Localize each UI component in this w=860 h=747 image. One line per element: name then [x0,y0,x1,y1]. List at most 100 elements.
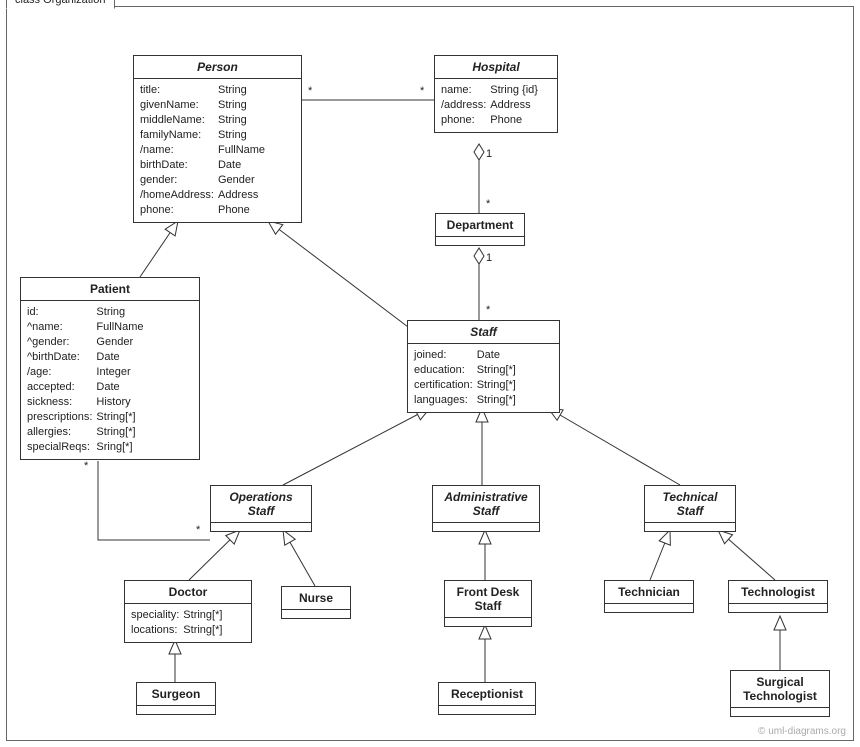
class-patient-name: Patient [21,278,199,301]
attr-cell: accepted: [27,380,96,395]
uml-diagram-canvas: class Organization [0,0,860,747]
attr-cell: sickness: [27,395,96,410]
class-operations-staff-empty [211,522,311,531]
class-hospital-attrs: name:String {id}/address:Addressphone:Ph… [435,79,557,132]
attr-cell: Integer [96,365,147,380]
class-operations-staff-name: Operations Staff [211,486,311,522]
attr-cell: FullName [96,320,147,335]
attr-cell: Date [477,348,520,363]
attr-cell: String[*] [96,425,147,440]
class-surgical-technologist: Surgical Technologist [730,670,830,717]
attr-cell: String[*] [477,378,520,393]
class-person: Person title:StringgivenName:Stringmiddl… [133,55,302,223]
attr-cell: String [218,113,269,128]
class-administrative-staff: Administrative Staff [432,485,540,532]
class-administrative-staff-empty [433,522,539,531]
class-doctor-attrs: speciality:String[*]locations:String[*] [125,604,251,642]
class-technologist-name: Technologist [729,581,827,603]
attr-cell: givenName: [140,98,218,113]
class-department: Department [435,213,525,246]
attr-cell: certification: [414,378,477,393]
attr-cell: History [96,395,147,410]
class-technician-name: Technician [605,581,693,603]
class-technician-empty [605,603,693,612]
attr-cell: allergies: [27,425,96,440]
mult-person-hosp-b: * [420,85,424,97]
attr-cell: familyName: [140,128,218,143]
attr-cell: phone: [441,113,490,128]
attr-cell: phone: [140,203,218,218]
attr-cell: /address: [441,98,490,113]
class-staff: Staff joined:Dateeducation:String[*]cert… [407,320,560,413]
class-department-empty [436,236,524,245]
frame-title: class Organization [6,0,115,9]
attr-cell: title: [140,83,218,98]
attr-cell: /homeAddress: [140,188,218,203]
attr-cell: ^gender: [27,335,96,350]
attr-cell: String [96,305,147,320]
attr-cell: String[*] [477,363,520,378]
class-department-name: Department [436,214,524,236]
mult-hosp-dept-1: 1 [486,148,492,160]
class-surgical-technologist-empty [731,707,829,716]
class-nurse: Nurse [281,586,351,619]
attr-cell: Gender [218,173,269,188]
class-surgeon: Surgeon [136,682,216,715]
attr-cell: String[*] [96,410,147,425]
class-administrative-staff-name: Administrative Staff [433,486,539,522]
class-person-name: Person [134,56,301,79]
mult-dept-staff-star: * [486,304,490,316]
class-staff-name: Staff [408,321,559,344]
attr-cell: gender: [140,173,218,188]
attr-cell: birthDate: [140,158,218,173]
class-doctor-name: Doctor [125,581,251,604]
attr-cell: Sring[*] [96,440,147,455]
attr-cell: Phone [218,203,269,218]
mult-hosp-dept-star: * [486,198,490,210]
attr-cell: String [218,98,269,113]
attr-cell: Phone [490,113,542,128]
attr-cell: String {id} [490,83,542,98]
class-nurse-empty [282,609,350,618]
attr-cell: locations: [131,623,183,638]
class-receptionist-empty [439,705,535,714]
attr-cell: Date [96,350,147,365]
mult-person-hosp-a: * [308,85,312,97]
attr-cell: Address [218,188,269,203]
attr-cell: Date [96,380,147,395]
class-technologist-empty [729,603,827,612]
class-receptionist-name: Receptionist [439,683,535,705]
class-hospital: Hospital name:String {id}/address:Addres… [434,55,558,133]
class-patient: Patient id:String^name:FullName^gender:G… [20,277,200,460]
attr-cell: String [218,128,269,143]
attr-cell: /age: [27,365,96,380]
attr-cell: name: [441,83,490,98]
class-doctor: Doctor speciality:String[*]locations:Str… [124,580,252,643]
class-surgeon-empty [137,705,215,714]
attr-cell: id: [27,305,96,320]
credit-text: © uml-diagrams.org [758,726,846,737]
class-surgeon-name: Surgeon [137,683,215,705]
attr-cell: ^name: [27,320,96,335]
class-nurse-name: Nurse [282,587,350,609]
attr-cell: middleName: [140,113,218,128]
attr-cell: Address [490,98,542,113]
attr-cell: prescriptions: [27,410,96,425]
attr-cell: languages: [414,393,477,408]
mult-pat-ops-b: * [196,524,200,536]
attr-cell: Gender [96,335,147,350]
mult-pat-ops-a: * [84,460,88,472]
class-patient-attrs: id:String^name:FullName^gender:Gender^bi… [21,301,199,459]
class-surgical-technologist-name: Surgical Technologist [731,671,829,707]
class-person-attrs: title:StringgivenName:StringmiddleName:S… [134,79,301,222]
attr-cell: ^birthDate: [27,350,96,365]
attr-cell: FullName [218,143,269,158]
class-technical-staff-name: Technical Staff [645,486,735,522]
class-front-desk-staff: Front Desk Staff [444,580,532,627]
class-staff-attrs: joined:Dateeducation:String[*]certificat… [408,344,559,412]
class-front-desk-staff-name: Front Desk Staff [445,581,531,617]
mult-dept-staff-1: 1 [486,252,492,264]
attr-cell: Date [218,158,269,173]
attr-cell: String[*] [183,608,226,623]
class-front-desk-staff-empty [445,617,531,626]
